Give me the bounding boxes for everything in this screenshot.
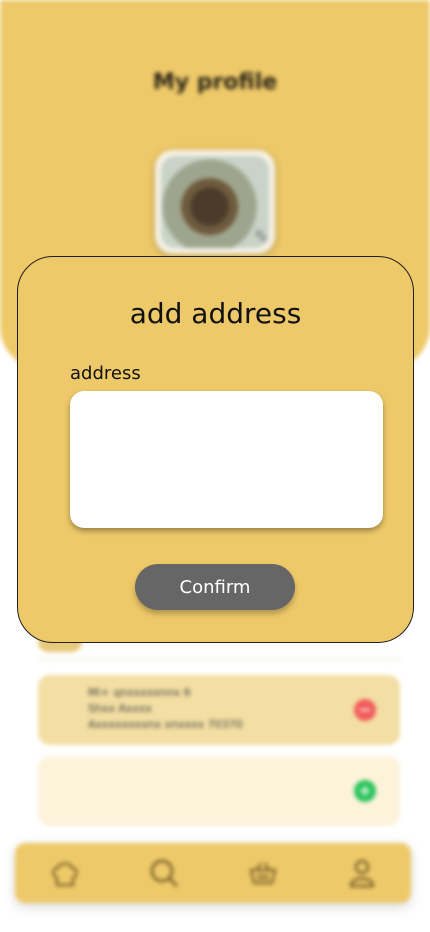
modal-title: add address (129, 297, 302, 330)
remove-address-icon[interactable]: − (354, 699, 376, 721)
search-icon[interactable] (144, 853, 184, 893)
bottom-nav (15, 843, 411, 903)
add-address-modal: add address address Confirm (17, 256, 414, 643)
address-card-empty[interactable]: + (38, 756, 400, 826)
chef-hat-icon[interactable] (45, 853, 85, 893)
avatar-photo (161, 156, 269, 248)
avatar[interactable]: ✎ (155, 150, 275, 254)
edit-pencil-icon[interactable]: ✎ (254, 227, 269, 248)
address-card[interactable]: Mi+ qnxxxxxnnx 6 Shxx Axxxx Axxxxxxxxnx … (38, 675, 400, 745)
address-line: Axxxxxxxxnx xnxxxx 70370 (88, 718, 243, 731)
address-line: Shxx Axxxx (88, 702, 153, 715)
add-address-icon[interactable]: + (354, 780, 376, 802)
address-label: address (70, 363, 141, 384)
page-title: My profile (152, 70, 278, 95)
confirm-button[interactable]: Confirm (135, 564, 295, 610)
address-line: Mi+ qnxxxxxnnx 6 (88, 686, 191, 699)
user-icon[interactable] (342, 853, 382, 893)
address-input[interactable] (70, 391, 383, 528)
basket-icon[interactable] (243, 853, 283, 893)
divider (38, 658, 402, 660)
